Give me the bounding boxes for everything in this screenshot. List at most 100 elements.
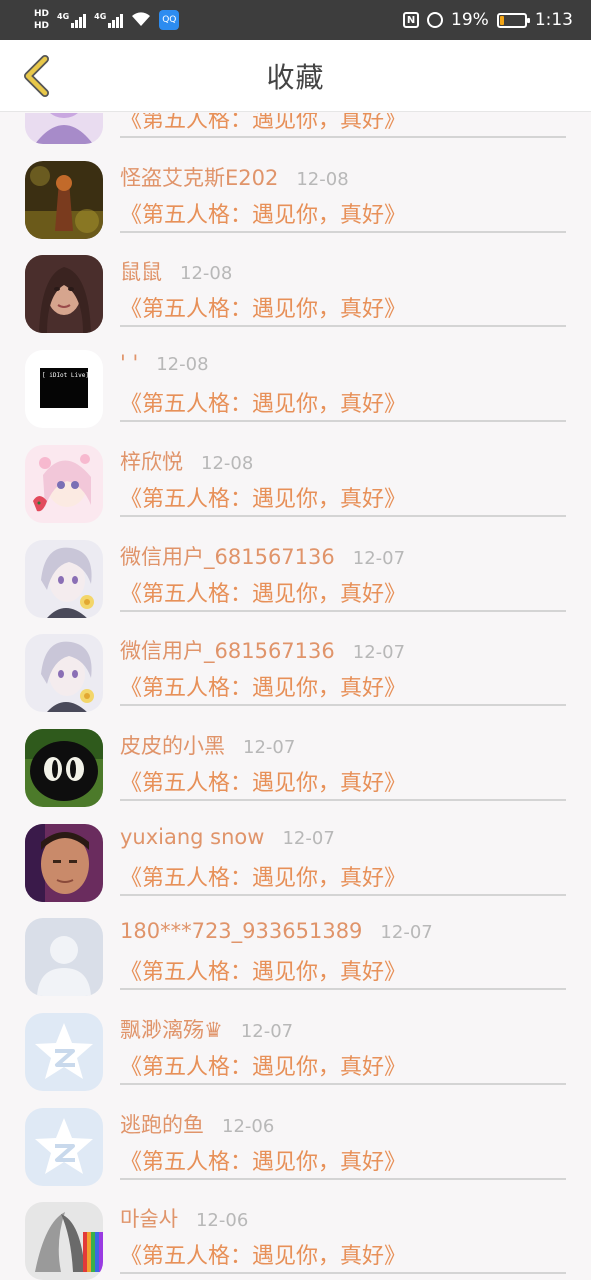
avatar-text: [ iDIot Live]: [42, 372, 89, 380]
alarm-icon: [427, 12, 444, 28]
work-title[interactable]: 《第五人格：遇见你，真好》: [120, 954, 406, 986]
battery-fill: [499, 15, 505, 25]
battery-percent: 19%: [451, 10, 489, 30]
network-type-2: 4G: [94, 12, 107, 21]
item-meta: 微信用户_681567136 12-07: [120, 541, 405, 571]
item-date: 12-06: [222, 1115, 275, 1137]
item-date: 12-07: [352, 547, 406, 569]
user-name[interactable]: 微信用户_681567136: [120, 635, 335, 665]
signal-bars-icon: [108, 12, 124, 28]
status-bar: HD HD 4G 4G QQ N 19% 1:13: [0, 0, 591, 40]
item-meta: 마술사 12-06: [120, 1203, 248, 1233]
item-meta: 微信用户_681567136 12-07: [120, 635, 405, 665]
network-type-1: 4G: [57, 12, 70, 21]
user-name[interactable]: 怪盗艾克斯E202: [120, 162, 278, 192]
user-name[interactable]: yuxiang snow: [120, 825, 264, 849]
user-name[interactable]: 微信用户_681567136: [120, 541, 335, 571]
avatar[interactable]: [ iDIot Live]: [25, 350, 103, 429]
row-divider: [120, 1272, 566, 1275]
item-meta: 逃跑的鱼 12-06: [120, 1109, 274, 1139]
item-date: 12-07: [240, 1021, 294, 1042]
avatar[interactable]: [25, 255, 103, 334]
row-divider: [120, 1083, 566, 1085]
avatar[interactable]: [25, 444, 103, 523]
avatar[interactable]: [25, 539, 103, 618]
list-item[interactable]: 마술사 12-06 《第五人格：遇见你，真好》: [0, 1194, 591, 1280]
signal-bars-icon: [71, 12, 87, 28]
avatar[interactable]: [25, 1202, 103, 1280]
row-divider: [120, 704, 566, 707]
list-item[interactable]: 鼠鼠 12-08 《第五人格：遇见你，真好》: [0, 247, 591, 342]
list-item[interactable]: 怪盗艾克斯E202 12-08 《第五人格：遇见你，真好》: [0, 153, 591, 248]
work-title[interactable]: 《第五人格：遇见你，真好》: [120, 481, 406, 513]
row-divider: [120, 798, 566, 801]
user-name[interactable]: 皮皮的小黑: [120, 730, 225, 760]
list-item[interactable]: 梓欣悦 12-08 《第五人格：遇见你，真好》: [0, 437, 591, 532]
hd-top-label: HD: [34, 9, 50, 19]
item-date: 12-08: [156, 354, 209, 376]
row-divider: [120, 1177, 566, 1180]
avatar[interactable]: [25, 160, 103, 239]
row-divider: [120, 988, 566, 991]
avatar[interactable]: [25, 728, 103, 807]
user-name[interactable]: 梓欣悦: [120, 446, 183, 476]
avatar[interactable]: [25, 113, 103, 144]
list-item[interactable]: 飘渺漓殇♛ 12-07 《第五人格：遇见你，真好》: [0, 1005, 591, 1100]
user-name[interactable]: ' ': [120, 351, 138, 375]
favorites-list: 《第五人格：遇见你，真好》 怪盗艾克斯E202 12-08 《第五人格：遇见你，真好》…: [0, 113, 591, 1280]
user-name[interactable]: 180***723_933651389: [120, 919, 362, 943]
item-meta: 180***723_933651389 12-07: [120, 919, 433, 943]
work-title[interactable]: 《第五人格：遇见你，真好》: [120, 1144, 406, 1176]
list-item[interactable]: [ iDIot Live] ' ' 12-08 《第五人格：遇见你，真好》: [0, 342, 591, 437]
wifi-icon: [131, 11, 151, 30]
status-right: N 19% 1:13: [403, 10, 573, 30]
avatar[interactable]: [25, 823, 103, 902]
avatar[interactable]: [25, 1013, 103, 1091]
work-title[interactable]: 《第五人格：遇见你，真好》: [120, 1049, 406, 1081]
work-title[interactable]: 《第五人格：遇见你，真好》: [120, 576, 406, 608]
list-item[interactable]: 《第五人格：遇见你，真好》: [0, 113, 591, 153]
work-title[interactable]: 《第五人格：遇见你，真好》: [120, 860, 406, 892]
work-title[interactable]: 《第五人格：遇见你，真好》: [120, 386, 406, 418]
row-divider: [120, 230, 566, 233]
list-item[interactable]: yuxiang snow 12-07 《第五人格：遇见你，真好》: [0, 816, 591, 911]
work-title[interactable]: 《第五人格：遇见你，真好》: [120, 291, 406, 323]
battery-icon: [496, 12, 530, 28]
list-item[interactable]: 180***723_933651389 12-07 《第五人格：遇见你，真好》: [0, 910, 591, 1005]
work-title[interactable]: 《第五人格：遇见你，真好》: [120, 1238, 406, 1270]
user-name[interactable]: 飘渺漓殇♛: [120, 1014, 223, 1044]
back-button[interactable]: [14, 54, 58, 98]
work-title[interactable]: 《第五人格：遇见你，真好》: [120, 670, 406, 702]
page-title: 收藏: [266, 60, 325, 94]
row-divider: [120, 420, 566, 423]
item-meta: yuxiang snow 12-07: [120, 825, 335, 849]
list-item[interactable]: 皮皮的小黑 12-07 《第五人格：遇见你，真好》: [0, 721, 591, 816]
item-meta: 鼠鼠 12-08: [120, 256, 232, 286]
row-divider: [120, 609, 566, 612]
avatar[interactable]: [25, 1107, 103, 1186]
work-title[interactable]: 《第五人格：遇见你，真好》: [120, 765, 406, 797]
user-name[interactable]: 逃跑的鱼: [120, 1109, 204, 1139]
row-divider: [120, 893, 566, 896]
user-name[interactable]: 마술사: [120, 1203, 178, 1233]
list-item[interactable]: 微信用户_681567136 12-07 《第五人格：遇见你，真好》: [0, 626, 591, 721]
item-date: 12-07: [282, 827, 335, 849]
work-title[interactable]: 《第五人格：遇见你，真好》: [120, 113, 406, 134]
nav-header: 收藏: [0, 40, 591, 112]
item-meta: 飘渺漓殇♛ 12-07: [120, 1014, 293, 1044]
user-name[interactable]: 鼠鼠: [120, 256, 162, 286]
clock: 1:13: [534, 10, 573, 30]
list-item[interactable]: 逃跑的鱼 12-06 《第五人格：遇见你，真好》: [0, 1100, 591, 1195]
list-item[interactable]: 微信用户_681567136 12-07 《第五人格：遇见你，真好》: [0, 532, 591, 627]
chevron-left-icon: [24, 55, 49, 97]
avatar[interactable]: [25, 918, 103, 997]
item-date: 12-06: [195, 1210, 249, 1232]
item-date: 12-07: [352, 642, 406, 664]
qq-app-icon: QQ: [159, 10, 180, 30]
hd-indicators: HD HD: [34, 9, 49, 31]
item-date: 12-07: [380, 922, 433, 944]
signal-2: 4G: [94, 12, 124, 28]
work-title[interactable]: 《第五人格：遇见你，真好》: [120, 197, 406, 229]
avatar[interactable]: [25, 634, 103, 713]
item-date: 12-08: [180, 263, 233, 285]
